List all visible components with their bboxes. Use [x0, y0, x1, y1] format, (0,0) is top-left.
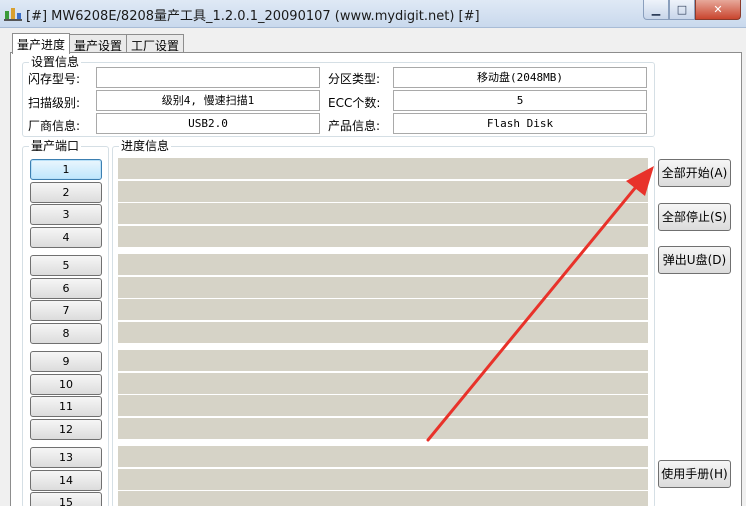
port-button-7[interactable]: 7 — [30, 300, 102, 321]
progress-bar-5 — [118, 254, 648, 275]
progress-bar-7 — [118, 299, 648, 320]
product-info-label: 产品信息: — [328, 119, 381, 133]
port-button-2[interactable]: 2 — [30, 182, 102, 203]
port-button-3[interactable]: 3 — [30, 204, 102, 225]
progress-bar-10 — [118, 373, 648, 394]
progress-bar-8 — [118, 322, 648, 343]
minimize-icon: ▁ — [651, 3, 661, 16]
progress-bar-3 — [118, 203, 648, 224]
port-button-6[interactable]: 6 — [30, 278, 102, 299]
port-button-15[interactable]: 15 — [30, 492, 102, 506]
tab-production-settings[interactable]: 量产设置 — [69, 34, 128, 53]
close-button[interactable]: ✕ — [695, 0, 741, 20]
maximize-button[interactable]: □ — [669, 0, 695, 20]
flash-model-field — [96, 67, 320, 88]
port-button-11[interactable]: 11 — [30, 396, 102, 417]
vendor-info-field: USB2.0 — [96, 113, 320, 134]
user-manual-button[interactable]: 使用手册(H) — [658, 460, 731, 488]
stop-all-button[interactable]: 全部停止(S) — [658, 203, 731, 231]
window-title: [#] MW6208E/8208量产工具_1.2.0.1_20090107 (w… — [26, 9, 480, 24]
close-icon: ✕ — [713, 3, 723, 16]
product-info-field: Flash Disk — [393, 113, 647, 134]
progress-caption: 进度信息 — [119, 139, 172, 153]
settings-info-caption: 设置信息 — [29, 55, 82, 69]
vendor-info-label: 厂商信息: — [28, 119, 81, 133]
ports-caption: 量产端口 — [29, 139, 82, 153]
app-icon — [4, 8, 22, 21]
progress-bar-1 — [118, 158, 648, 179]
eject-udisk-button[interactable]: 弹出U盘(D) — [658, 246, 731, 274]
progress-bar-2 — [118, 181, 648, 202]
maximize-icon: □ — [676, 3, 688, 16]
start-all-button[interactable]: 全部开始(A) — [658, 159, 731, 187]
progress-bar-14 — [118, 469, 648, 490]
partition-type-label: 分区类型: — [328, 72, 381, 86]
port-button-9[interactable]: 9 — [30, 351, 102, 372]
progress-bar-6 — [118, 277, 648, 298]
tab-factory-settings[interactable]: 工厂设置 — [126, 34, 185, 53]
progress-bar-11 — [118, 395, 648, 416]
progress-bar-13 — [118, 446, 648, 467]
scan-level-field: 级别4, 慢速扫描1 — [96, 90, 320, 111]
tab-production-progress[interactable]: 量产进度 — [12, 33, 71, 54]
minimize-button[interactable]: ▁ — [643, 0, 669, 20]
port-button-8[interactable]: 8 — [30, 323, 102, 344]
port-button-14[interactable]: 14 — [30, 470, 102, 491]
progress-bar-9 — [118, 350, 648, 371]
port-button-4[interactable]: 4 — [30, 227, 102, 248]
scan-level-label: 扫描级别: — [28, 96, 81, 110]
flash-model-label: 闪存型号: — [28, 72, 81, 86]
ecc-count-field: 5 — [393, 90, 647, 111]
ecc-count-label: ECC个数: — [328, 96, 381, 110]
title-bar: [#] MW6208E/8208量产工具_1.2.0.1_20090107 (w… — [0, 0, 746, 28]
port-button-5[interactable]: 5 — [30, 255, 102, 276]
port-button-13[interactable]: 13 — [30, 447, 102, 468]
port-button-10[interactable]: 10 — [30, 374, 102, 395]
port-button-12[interactable]: 12 — [30, 419, 102, 440]
progress-bar-12 — [118, 418, 648, 439]
progress-bar-4 — [118, 226, 648, 247]
port-button-1[interactable]: 1 — [30, 159, 102, 180]
progress-bar-15 — [118, 491, 648, 506]
partition-type-field: 移动盘(2048MB) — [393, 67, 647, 88]
tab-strip: 量产进度 量产设置 工厂设置 — [12, 33, 185, 54]
